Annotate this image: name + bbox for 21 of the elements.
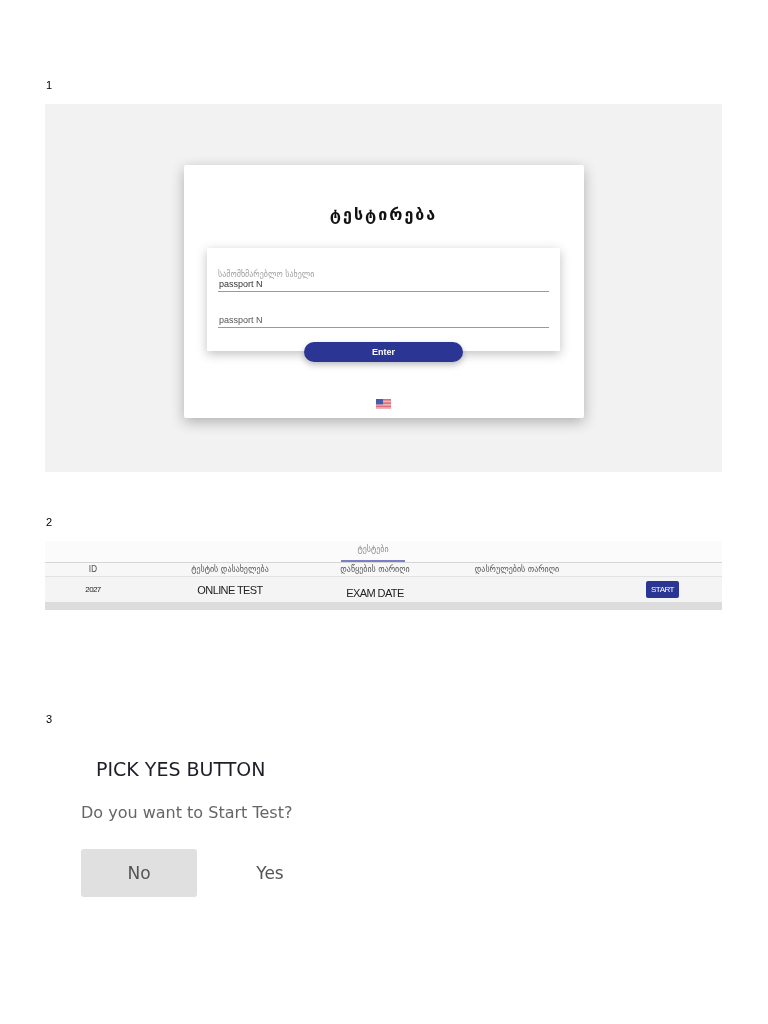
- flag-icon[interactable]: [376, 399, 391, 409]
- column-header: ტესტის დასახელება: [191, 564, 269, 575]
- figure-number: 3: [45, 712, 53, 726]
- dialog-question: Do you want to Start Test?: [81, 803, 293, 823]
- figure-number: 1: [45, 78, 53, 92]
- start-button[interactable]: START: [646, 581, 679, 598]
- input-field[interactable]: passport N: [218, 315, 549, 328]
- table-cell: EXAM DATE: [346, 586, 404, 599]
- column-header: დასრულების თარიღი: [474, 564, 560, 575]
- figure-number: 2: [45, 515, 53, 529]
- enter-button[interactable]: Enter: [304, 342, 463, 362]
- input-field[interactable]: passport N: [218, 279, 549, 292]
- no-button[interactable]: No: [81, 849, 197, 897]
- field-label: სამომხმარებლო სახელი: [218, 270, 315, 279]
- column-header: დაწყების თარიღი: [340, 564, 410, 575]
- login-title: ტესტირება: [329, 205, 438, 225]
- column-header: ID: [88, 564, 98, 575]
- table-cell: 2027: [85, 585, 101, 594]
- table-cell: ONLINE TEST: [197, 583, 263, 596]
- instruction-heading: PICK YES BUTTON: [96, 757, 266, 781]
- yes-button[interactable]: Yes: [212, 849, 328, 897]
